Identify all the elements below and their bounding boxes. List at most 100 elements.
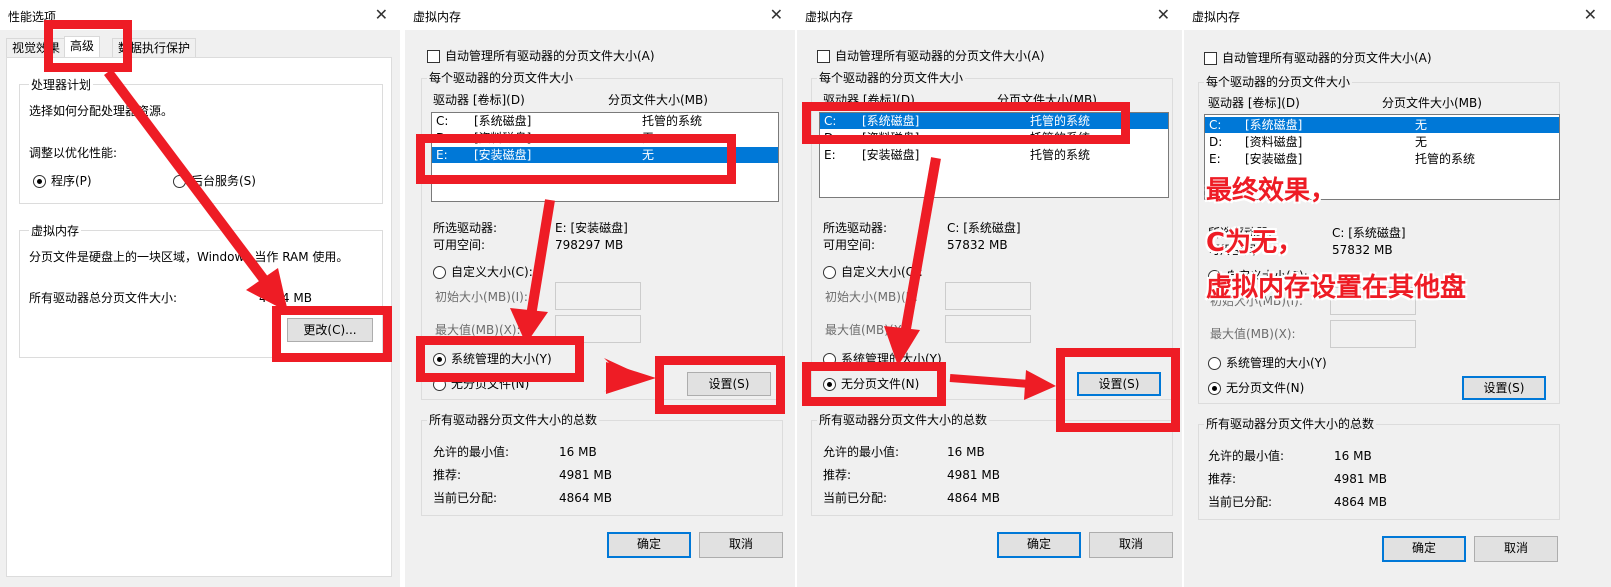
system-managed-radio[interactable]	[1208, 357, 1221, 370]
ok-button[interactable]: 确定	[997, 532, 1081, 558]
initial-size-input[interactable]	[555, 282, 641, 310]
initial-size-input[interactable]	[945, 282, 1031, 310]
column-size-header: 分页文件大小(MB)	[608, 93, 708, 107]
table-row[interactable]: D: [资料磁盘] 无	[1205, 134, 1559, 150]
total-paging-value: 4864 MB	[259, 291, 312, 305]
cpu-description: 选择如何分配处理器资源。	[29, 104, 174, 118]
drive-size: 无	[1415, 135, 1428, 149]
table-row[interactable]: C: [系统磁盘] 托管的系统	[432, 113, 778, 129]
radio-label: 系统管理的大小(Y)	[1226, 356, 1327, 370]
title-bar: 虚拟内存 ✕	[405, 0, 795, 30]
background-services-radio[interactable]	[173, 175, 186, 188]
max-size-label: 最大值(MB)(X):	[1210, 327, 1296, 341]
radio-label: 程序(P)	[51, 174, 92, 188]
close-icon[interactable]: ✕	[1584, 5, 1597, 24]
highlight-set-button-1	[655, 356, 785, 414]
auto-manage-checkbox[interactable]	[427, 50, 440, 63]
ok-button[interactable]: 确定	[607, 532, 691, 558]
min-label: 允许的最小值:	[1208, 449, 1285, 463]
drive-label: [安装磁盘]	[1245, 152, 1303, 166]
title-bar: 虚拟内存 ✕	[797, 0, 1182, 30]
current-label: 当前已分配:	[433, 491, 498, 505]
auto-manage-label: 自动管理所有驱动器的分页文件大小(A)	[835, 49, 1045, 63]
highlight-set-button-2	[1056, 348, 1180, 432]
selected-drive-value: C: [系统磁盘]	[947, 221, 1021, 235]
drive-letter: D:	[1209, 135, 1223, 149]
group-heading: 所有驱动器分页文件大小的总数	[817, 413, 990, 428]
table-row[interactable]: C: [系统磁盘] 无	[1205, 117, 1559, 133]
radio-label: 自定义大小(C):	[451, 265, 533, 279]
recommended-label: 推荐:	[823, 468, 852, 482]
table-row[interactable]: E: [安装磁盘] 托管的系统	[820, 147, 1168, 163]
min-value: 16 MB	[1334, 449, 1372, 463]
group-heading: 虚拟内存	[29, 224, 82, 239]
drive-label: [资料磁盘]	[1245, 135, 1303, 149]
drive-size: 托管的系统	[1030, 148, 1091, 162]
current-value: 4864 MB	[1334, 495, 1387, 509]
group-heading: 每个驱动器的分页文件大小	[817, 71, 966, 86]
selected-drive-value: C: [系统磁盘]	[1332, 226, 1406, 240]
drive-label: [系统磁盘]	[1245, 118, 1303, 132]
free-space-value: 798297 MB	[555, 238, 624, 252]
max-size-label: 最大值(MB)(X):	[825, 323, 911, 337]
drive-size: 托管的系统	[642, 114, 703, 128]
virtual-memory-dialog-step1: 虚拟内存 ✕ 自动管理所有驱动器的分页文件大小(A) 每个驱动器的分页文件大小 …	[405, 0, 795, 587]
cancel-button[interactable]: 取消	[1089, 532, 1173, 558]
min-value: 16 MB	[947, 445, 985, 459]
drive-letter: C:	[436, 114, 449, 128]
auto-manage-checkbox[interactable]	[1204, 52, 1217, 65]
current-label: 当前已分配:	[823, 491, 888, 505]
current-label: 当前已分配:	[1208, 495, 1273, 509]
free-space-label: 可用空间:	[433, 238, 486, 252]
dialog-title: 虚拟内存	[805, 10, 854, 24]
drive-label: [系统磁盘]	[474, 114, 532, 128]
custom-size-radio[interactable]	[823, 266, 836, 279]
close-icon[interactable]: ✕	[375, 5, 388, 24]
close-icon[interactable]: ✕	[770, 5, 783, 24]
drive-letter: E:	[1209, 152, 1221, 166]
selected-drive-label: 所选驱动器:	[433, 221, 498, 235]
cancel-button[interactable]: 取消	[1474, 536, 1558, 562]
highlight-drive-e-row	[416, 134, 736, 184]
drive-size: 无	[1415, 118, 1428, 132]
current-value: 4864 MB	[947, 491, 1000, 505]
programs-radio[interactable]	[33, 175, 46, 188]
highlight-advanced-tab	[44, 20, 132, 72]
radio-label: 自定义大小(C):	[841, 265, 923, 279]
highlight-change-button	[272, 306, 392, 362]
no-paging-radio[interactable]	[1208, 382, 1221, 395]
recommended-label: 推荐:	[1208, 472, 1237, 486]
max-size-input[interactable]	[1330, 320, 1416, 348]
title-bar: 虚拟内存 ✕	[1184, 0, 1611, 30]
min-value: 16 MB	[559, 445, 597, 459]
annotation-line-1: 最终效果，	[1206, 176, 1337, 206]
min-label: 允许的最小值:	[433, 445, 510, 459]
table-row[interactable]: E: [安装磁盘] 托管的系统	[1205, 151, 1559, 167]
dialog-title: 虚拟内存	[413, 10, 462, 24]
total-paging-label: 所有驱动器总分页文件大小:	[29, 291, 178, 305]
ok-button[interactable]: 确定	[1382, 536, 1466, 562]
group-heading: 每个驱动器的分页文件大小	[1204, 75, 1353, 90]
highlight-drive-c-row	[802, 102, 1130, 144]
annotation-line-2: C为无，	[1206, 228, 1304, 258]
cancel-button[interactable]: 取消	[699, 532, 783, 558]
auto-manage-checkbox[interactable]	[817, 50, 830, 63]
radio-label: 后台服务(S)	[191, 174, 256, 188]
drive-label: [安装磁盘]	[862, 148, 920, 162]
custom-size-radio[interactable]	[433, 266, 446, 279]
group-heading: 处理器计划	[29, 78, 94, 93]
dialog-title: 虚拟内存	[1192, 10, 1241, 24]
max-size-input[interactable]	[945, 315, 1031, 343]
min-label: 允许的最小值:	[823, 445, 900, 459]
recommended-label: 推荐:	[433, 468, 462, 482]
column-drive-header: 驱动器 [卷标](D)	[1208, 96, 1300, 110]
drive-size: 托管的系统	[1415, 152, 1476, 166]
performance-options-dialog: 性能选项 ✕ 视觉效果 高级 数据执行保护 处理器计划 选择如何分配处理器资源。…	[0, 0, 400, 587]
vm-description: 分页文件是硬盘上的一块区域，Windows 当作 RAM 使用。	[29, 250, 349, 264]
set-button[interactable]: 设置(S)	[1462, 376, 1546, 400]
free-space-value: 57832 MB	[947, 238, 1008, 252]
auto-manage-label: 自动管理所有驱动器的分页文件大小(A)	[1222, 51, 1432, 65]
close-icon[interactable]: ✕	[1157, 5, 1170, 24]
screenshot-stage: 性能选项 ✕ 视觉效果 高级 数据执行保护 处理器计划 选择如何分配处理器资源。…	[0, 0, 1611, 587]
highlight-no-paging	[802, 362, 946, 406]
